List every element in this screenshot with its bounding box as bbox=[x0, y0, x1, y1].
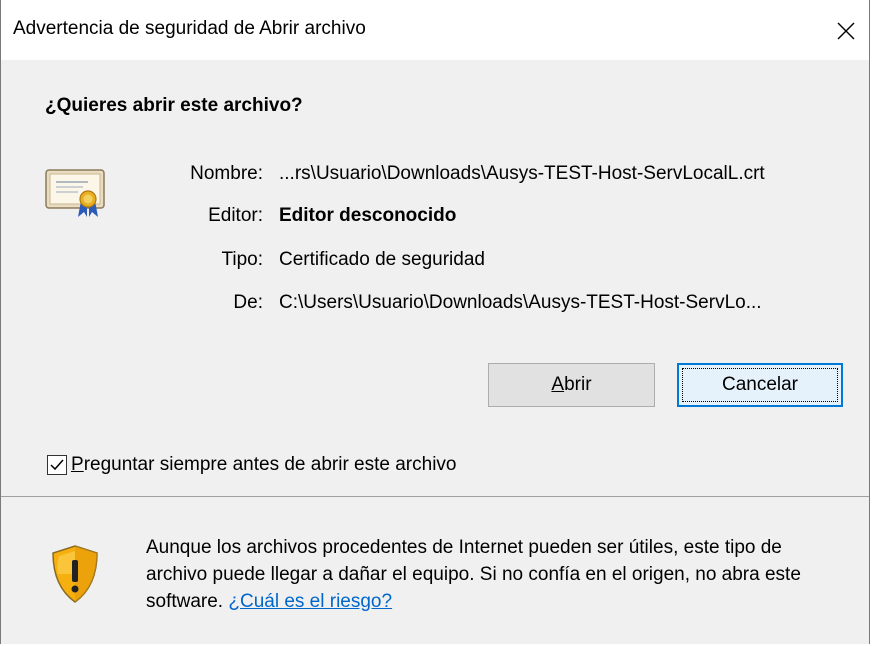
certificate-icon bbox=[45, 169, 105, 217]
checkmark-icon bbox=[50, 459, 64, 471]
open-button-label: brir bbox=[564, 374, 592, 395]
publisher-label: Editor: bbox=[208, 205, 263, 226]
cancel-button[interactable]: Cancelar bbox=[677, 363, 843, 407]
open-button-mnemonic: A bbox=[551, 374, 565, 395]
checkbox-label: reguntar siempre antes de abrir este arc… bbox=[83, 454, 457, 475]
type-label: Tipo: bbox=[221, 249, 263, 270]
open-button[interactable]: Abrir bbox=[488, 363, 655, 407]
name-label: Nombre: bbox=[190, 163, 263, 184]
close-button[interactable] bbox=[823, 8, 869, 54]
warning-shield-icon bbox=[52, 545, 98, 603]
warning-message: Aunque los archivos procedentes de Inter… bbox=[146, 534, 826, 615]
dialog-heading: ¿Quieres abrir este archivo? bbox=[45, 95, 303, 116]
always-ask-checkbox[interactable] bbox=[47, 455, 67, 475]
from-label: De: bbox=[233, 292, 263, 313]
publisher-value: Editor desconocido bbox=[279, 205, 457, 226]
window-title: Advertencia de seguridad de Abrir archiv… bbox=[13, 18, 366, 39]
title-bar: Advertencia de seguridad de Abrir archiv… bbox=[1, 0, 869, 60]
always-ask-checkbox-row[interactable]: Preguntar siempre antes de abrir este ar… bbox=[47, 452, 457, 478]
checkbox-mnemonic: P bbox=[71, 454, 84, 475]
from-value: C:\Users\Usuario\Downloads\Ausys-TEST-Ho… bbox=[279, 292, 762, 313]
focus-rectangle bbox=[682, 368, 838, 402]
close-icon bbox=[837, 22, 855, 40]
security-warning-dialog: Advertencia de seguridad de Abrir archiv… bbox=[0, 0, 870, 644]
risk-link[interactable]: ¿Cuál es el riesgo? bbox=[228, 591, 392, 612]
type-value: Certificado de seguridad bbox=[279, 249, 485, 270]
name-value: ...rs\Usuario\Downloads\Ausys-TEST-Host-… bbox=[279, 163, 765, 184]
